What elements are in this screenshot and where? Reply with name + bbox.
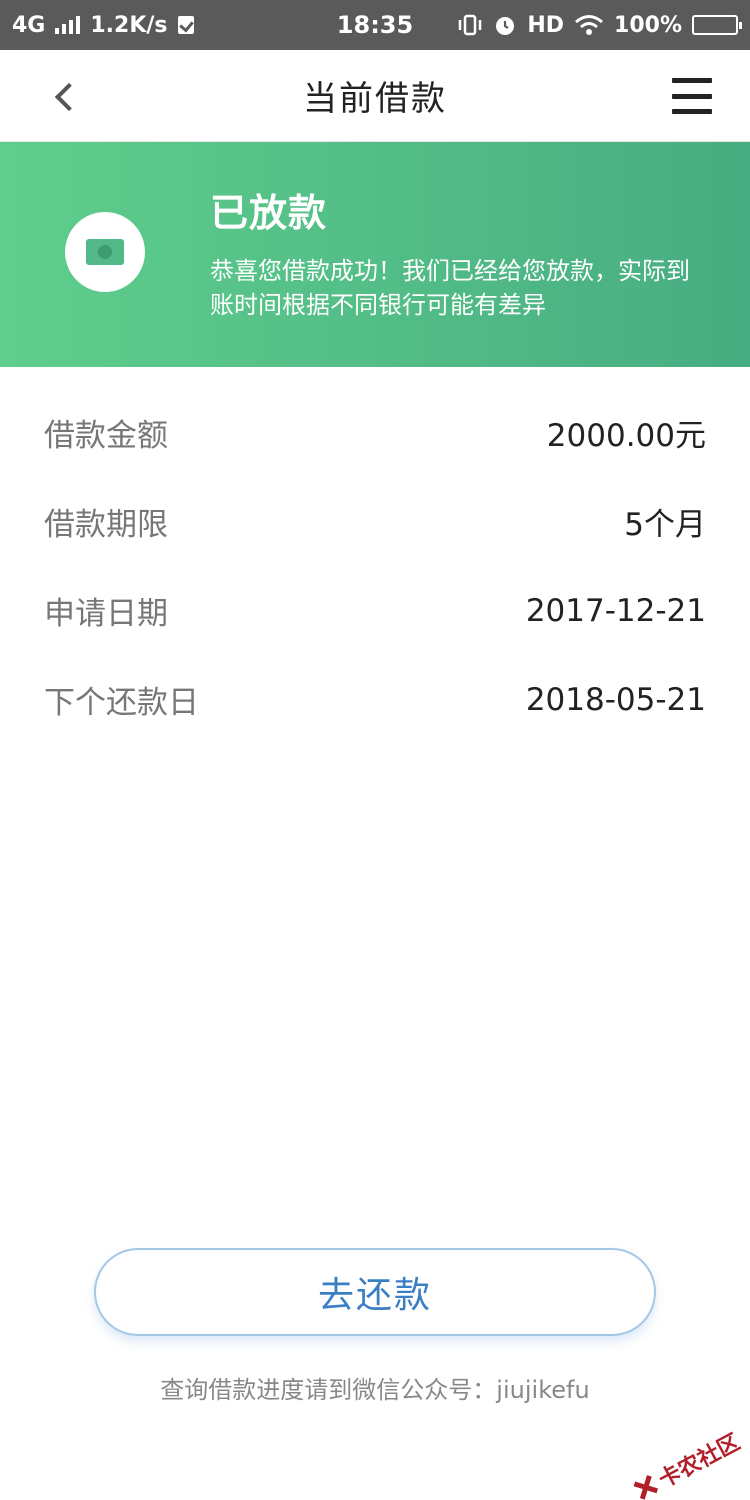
back-button[interactable] bbox=[40, 72, 90, 122]
detail-value: 2017-12-21 bbox=[525, 592, 706, 629]
detail-row-amount: 借款金额 2000.00元 bbox=[0, 388, 750, 477]
status-right: HD 100% bbox=[457, 12, 742, 38]
signal-icon bbox=[55, 16, 81, 34]
battery-percent: 100% bbox=[614, 12, 682, 38]
detail-value: 2000.00元 bbox=[546, 418, 706, 454]
banner-icon-circle bbox=[65, 212, 145, 292]
detail-value: 5个月 bbox=[624, 507, 706, 543]
detail-value: 2018-05-21 bbox=[525, 681, 706, 718]
menu-line bbox=[672, 109, 712, 114]
notification-check-icon bbox=[177, 16, 194, 34]
cash-icon bbox=[86, 239, 124, 265]
network-speed: 1.2K/s bbox=[90, 12, 168, 38]
watermark: 卡农社区 bbox=[627, 1425, 744, 1500]
detail-label: 下个还款日 bbox=[44, 685, 199, 721]
menu-line bbox=[672, 78, 712, 83]
menu-line bbox=[672, 93, 712, 99]
status-bar: 4G 1.2K/s 18:35 HD 100% bbox=[0, 0, 750, 50]
watermark-text: 卡农社区 bbox=[654, 1429, 745, 1494]
banner-title: 已放款 bbox=[210, 191, 328, 235]
banner-description: 恭喜您借款成功！我们已经给您放款，实际到账时间根据不同银行可能有差异 bbox=[210, 257, 690, 319]
hd-indicator: HD bbox=[527, 12, 565, 38]
detail-label: 借款金额 bbox=[44, 418, 168, 454]
nav-bar: 当前借款 bbox=[0, 50, 750, 142]
footer-note: 查询借款进度请到微信公众号：jiujikefu bbox=[160, 1376, 590, 1404]
repay-button[interactable]: 去还款 bbox=[94, 1248, 656, 1336]
vibrate-icon bbox=[459, 14, 482, 36]
status-banner: 已放款 恭喜您借款成功！我们已经给您放款，实际到账时间根据不同银行可能有差异 bbox=[0, 142, 750, 367]
loan-details: 借款金额 2000.00元 借款期限 5个月 申请日期 2017-12-21 下… bbox=[0, 388, 750, 744]
network-type: 4G bbox=[12, 12, 46, 38]
detail-label: 借款期限 bbox=[44, 507, 168, 543]
wifi-icon bbox=[575, 15, 603, 35]
status-left: 4G 1.2K/s bbox=[12, 13, 194, 38]
page-title: 当前借款 bbox=[303, 79, 447, 119]
battery-icon bbox=[692, 15, 742, 35]
menu-button[interactable] bbox=[672, 78, 712, 114]
alarm-icon bbox=[496, 17, 515, 35]
detail-label: 申请日期 bbox=[44, 596, 168, 632]
detail-row-apply-date: 申请日期 2017-12-21 bbox=[0, 566, 750, 655]
detail-row-next-repay: 下个还款日 2018-05-21 bbox=[0, 655, 750, 744]
chevron-left-icon bbox=[54, 82, 84, 112]
detail-row-term: 借款期限 5个月 bbox=[0, 477, 750, 566]
